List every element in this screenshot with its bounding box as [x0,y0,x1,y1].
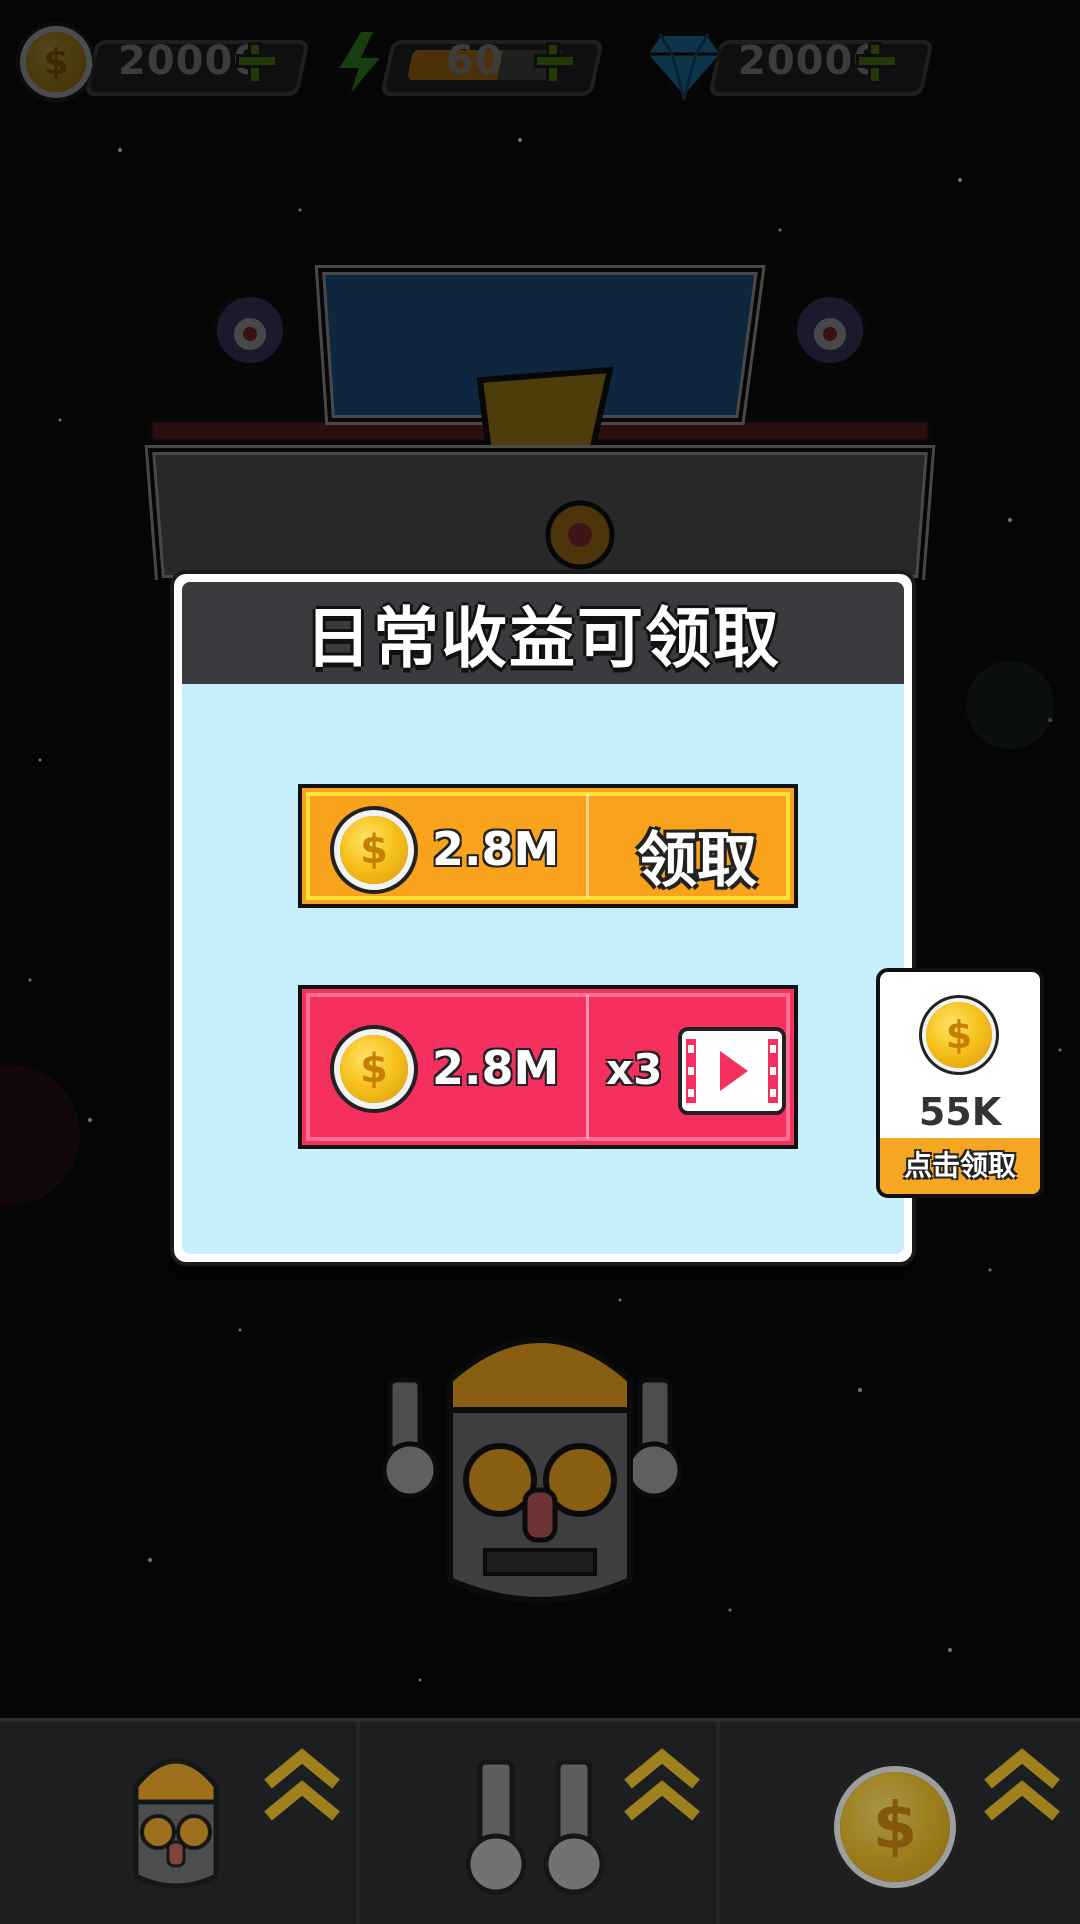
twin-cannon-icon [465,1759,605,1895]
claim-button[interactable]: $ 2.8M 领取 [298,784,798,908]
side-reward-amount: 55K [918,1090,1002,1134]
upgrade-slot-robot[interactable] [0,1722,360,1924]
coin-icon: $ [840,1772,950,1882]
upgrade-slot-coins[interactable]: $ [720,1722,1080,1924]
dialog-body: 日常收益可领取 $ 2.8M 领取 $ 2.8M x3 [182,582,904,1254]
upgrade-arrow-icon [624,1748,700,1821]
side-reward-label: 点击领取 [880,1138,1040,1194]
coin-icon: $ [340,816,408,884]
upgrade-slot-cannons[interactable] [360,1722,720,1924]
video-play-icon [678,1027,786,1115]
upgrade-arrow-icon [984,1748,1060,1821]
upgrade-bar: $ [0,1718,1080,1924]
coin-icon: $ [926,1002,992,1068]
daily-income-dialog: 日常收益可领取 $ 2.8M 领取 $ 2.8M x3 [170,570,916,1266]
robot-head-icon [133,1758,219,1889]
watch-video-triple-claim-button[interactable]: $ 2.8M x3 [298,985,798,1149]
claim-button-divider [586,794,589,898]
video-button-divider [586,995,589,1139]
film-play-icon [686,1039,778,1103]
claim-label: 领取 [637,826,757,896]
side-reward-card[interactable]: $ 55K 点击领取 [876,968,1044,1198]
video-claim-amount: 2.8M [432,1041,560,1095]
coin-icon: $ [340,1035,408,1103]
dialog-title: 日常收益可领取 [305,600,781,677]
dialog-header: 日常收益可领取 [182,582,904,684]
robot-character [381,1337,683,1603]
reward-multiplier: x3 [606,1045,663,1094]
upgrade-arrow-icon [264,1748,340,1821]
claim-amount: 2.8M [432,822,560,876]
